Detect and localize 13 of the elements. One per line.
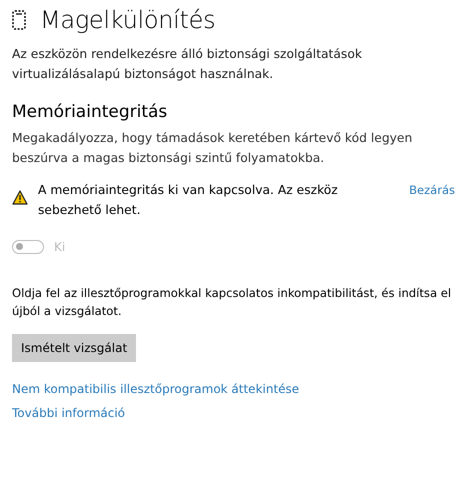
warning-icon [12, 190, 28, 205]
section-description: Megakadályozza, hogy támadások keretében kártevő kód legyen beszúrva a magas biztonsági szintű folyamatokba. [12, 130, 414, 167]
dismiss-link[interactable]: Bezárás [409, 180, 455, 200]
info-link[interactable]: További információ [12, 406, 126, 420]
warning-message: A memóriaintegritás ki van kapcsolva. Az eszköz sebezhető lehet. [38, 182, 339, 219]
instruction-text: Oldja fel az illesztőprogramokkal kapcsolatos inkompatibilitást, és indítsa el újból a vizsgálatot. [12, 285, 452, 320]
rescan-button[interactable]: Ismételt vizsgálat [12, 334, 136, 362]
isolation-icon [12, 10, 26, 30]
section-title: Memóriaintegritás [12, 102, 168, 122]
toggle-label: Ki [54, 240, 66, 254]
page-title: Magelkülönítés [40, 6, 216, 34]
page-description: Az eszközön rendelkezésre álló biztonsági szolgáltatások virtualizálásalapú biztonságot használnak. [12, 46, 363, 83]
info-link[interactable]: Nem kompatibilis illesztőprogramok áttekintése [12, 382, 300, 396]
